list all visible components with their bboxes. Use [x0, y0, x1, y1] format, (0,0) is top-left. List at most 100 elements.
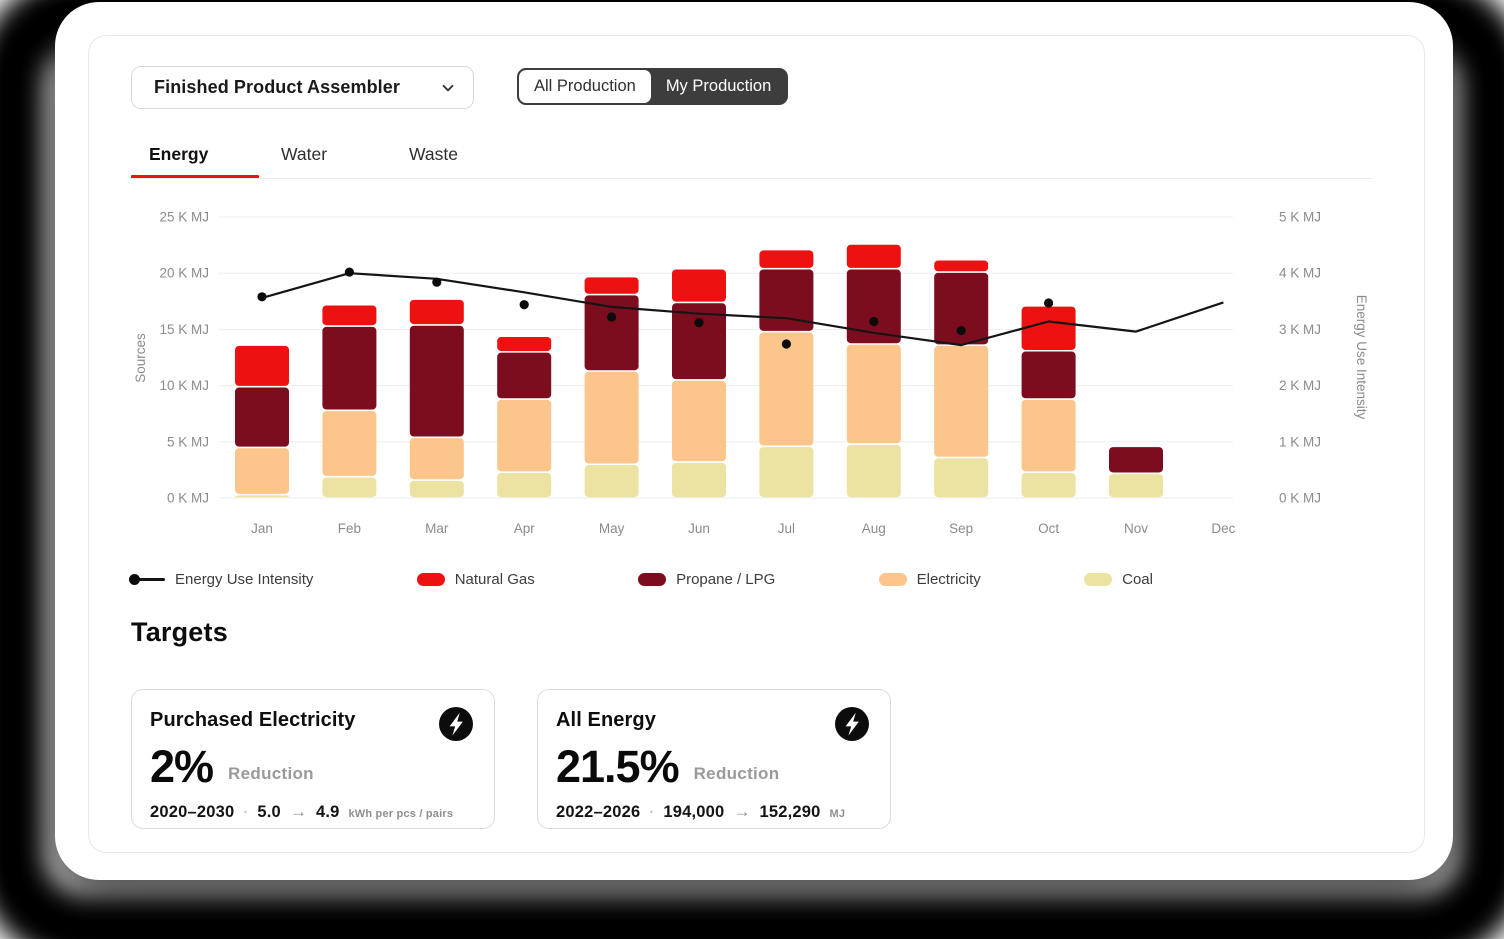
tab-energy[interactable]: Energy	[149, 144, 208, 165]
reduction-label: Reduction	[694, 764, 780, 784]
arrow-icon: →	[290, 802, 307, 822]
legend-label: Energy Use Intensity	[175, 571, 313, 588]
targets-heading: Targets	[131, 617, 228, 648]
legend-item-coal[interactable]: Coal	[1084, 571, 1153, 588]
bar-segment-aug-natural-gas	[847, 245, 901, 268]
bar-segment-may-natural-gas	[585, 277, 639, 293]
color-swatch	[638, 573, 666, 586]
chart-svg: 0 K MJ0 K MJ5 K MJ1 K MJ10 K MJ2 K MJ15 …	[131, 201, 1371, 546]
bar-segment-mar-coal	[410, 481, 464, 497]
legend-item-propane-lpg[interactable]: Propane / LPG	[638, 571, 775, 588]
target-unit: MJ	[829, 808, 845, 820]
right-axis-tick: 5 K MJ	[1279, 210, 1321, 225]
dot-separator: ·	[649, 804, 654, 821]
bar-segment-jan-propane-lpg	[235, 388, 289, 447]
bar-segment-aug-electricity	[847, 345, 901, 443]
dot-separator: ·	[243, 804, 248, 821]
bar-segment-apr-propane-lpg	[497, 353, 551, 399]
target-to: 152,290	[759, 803, 820, 822]
color-swatch	[1084, 573, 1112, 586]
bar-segment-feb-electricity	[322, 411, 376, 476]
facility-dropdown-label: Finished Product Assembler	[154, 77, 441, 98]
bar-segment-mar-electricity	[410, 438, 464, 479]
arrow-icon: →	[733, 802, 750, 822]
left-axis-title: Sources	[133, 333, 148, 383]
energy-use-intensity-point	[1044, 298, 1053, 307]
bar-segment-aug-coal	[847, 445, 901, 497]
target-to: 4.9	[316, 803, 340, 822]
legend-label: Natural Gas	[455, 571, 535, 588]
tab-water[interactable]: Water	[281, 144, 327, 165]
legend-label: Propane / LPG	[676, 571, 775, 588]
reduction-value: 2%	[150, 744, 213, 789]
month-label: May	[599, 521, 625, 536]
toggle-option-my-production[interactable]: My Production	[651, 70, 786, 103]
line-dot-marker	[131, 578, 165, 581]
month-label: Mar	[425, 521, 449, 536]
legend-item-natural-gas[interactable]: Natural Gas	[417, 571, 535, 588]
bar-segment-mar-natural-gas	[410, 300, 464, 324]
bar-segment-sep-natural-gas	[934, 261, 988, 272]
bar-segment-jul-electricity	[759, 332, 813, 445]
energy-use-intensity-point	[432, 278, 441, 287]
chart-legend: Energy Use Intensity Natural Gas Propane /…	[131, 564, 1153, 594]
target-card-all-energy[interactable]: All Energy 21.5% Reduction 2022–2026 · 1…	[537, 689, 891, 829]
bar-segment-jul-coal	[759, 447, 813, 497]
legend-item-electricity[interactable]: Electricity	[879, 571, 981, 588]
bar-segment-jun-natural-gas	[672, 270, 726, 302]
legend-label: Electricity	[917, 571, 981, 588]
left-axis-tick: 0 K MJ	[167, 491, 209, 506]
target-card-title: Purchased Electricity	[150, 706, 356, 732]
dashboard-card: Finished Product Assembler All Productio…	[88, 35, 1425, 853]
month-label: Jan	[251, 521, 273, 536]
target-period: 2020–2030	[150, 803, 234, 822]
month-label: Jun	[688, 521, 710, 536]
lightning-icon	[834, 706, 870, 742]
toggle-option-all-production[interactable]: All Production	[519, 70, 651, 103]
right-axis-tick: 2 K MJ	[1279, 378, 1321, 393]
production-toggle: All Production My Production	[517, 68, 788, 105]
bar-segment-apr-natural-gas	[497, 337, 551, 351]
app-panel: Finished Product Assembler All Productio…	[55, 2, 1453, 880]
left-axis-tick: 10 K MJ	[159, 378, 209, 393]
target-card-title: All Energy	[556, 706, 656, 732]
month-label: Dec	[1211, 521, 1235, 536]
bar-segment-jan-coal	[235, 495, 289, 497]
left-axis-tick: 20 K MJ	[159, 266, 209, 281]
tab-divider	[131, 178, 1373, 179]
tab-waste[interactable]: Waste	[409, 144, 458, 165]
legend-label: Coal	[1122, 571, 1153, 588]
bar-segment-jan-electricity	[235, 448, 289, 494]
target-card-purchased-electricity[interactable]: Purchased Electricity 2% Reduction 2020–…	[131, 689, 495, 829]
bar-segment-may-electricity	[585, 372, 639, 464]
bar-segment-jan-natural-gas	[235, 346, 289, 386]
color-swatch	[879, 573, 907, 586]
bar-segment-jun-coal	[672, 463, 726, 497]
reduction-value: 21.5%	[556, 744, 679, 789]
target-from: 5.0	[257, 803, 281, 822]
month-label: Nov	[1124, 521, 1148, 536]
energy-use-intensity-point	[607, 312, 616, 321]
energy-use-intensity-point	[957, 326, 966, 335]
bar-segment-may-coal	[585, 465, 639, 497]
facility-dropdown[interactable]: Finished Product Assembler	[131, 66, 474, 109]
month-label: Sep	[949, 521, 973, 536]
right-axis-tick: 0 K MJ	[1279, 491, 1321, 506]
legend-item-energy-use-intensity[interactable]: Energy Use Intensity	[131, 571, 313, 588]
month-label: Jul	[778, 521, 795, 536]
energy-use-intensity-point	[782, 339, 791, 348]
page: Finished Product Assembler All Productio…	[0, 0, 1504, 939]
bar-segment-sep-electricity	[934, 346, 988, 457]
target-unit: kWh per pcs / pairs	[348, 808, 453, 820]
target-period: 2022–2026	[556, 803, 640, 822]
right-axis-tick: 3 K MJ	[1279, 322, 1321, 337]
right-axis-title: Energy Use Intensity	[1354, 295, 1369, 420]
reduction-label: Reduction	[228, 764, 314, 784]
energy-use-intensity-line	[262, 273, 1223, 345]
bar-segment-oct-propane-lpg	[1022, 352, 1076, 399]
right-axis-tick: 4 K MJ	[1279, 266, 1321, 281]
month-label: Oct	[1038, 521, 1059, 536]
chevron-down-icon	[441, 81, 455, 95]
bar-segment-feb-coal	[322, 477, 376, 497]
bar-segment-apr-coal	[497, 473, 551, 497]
